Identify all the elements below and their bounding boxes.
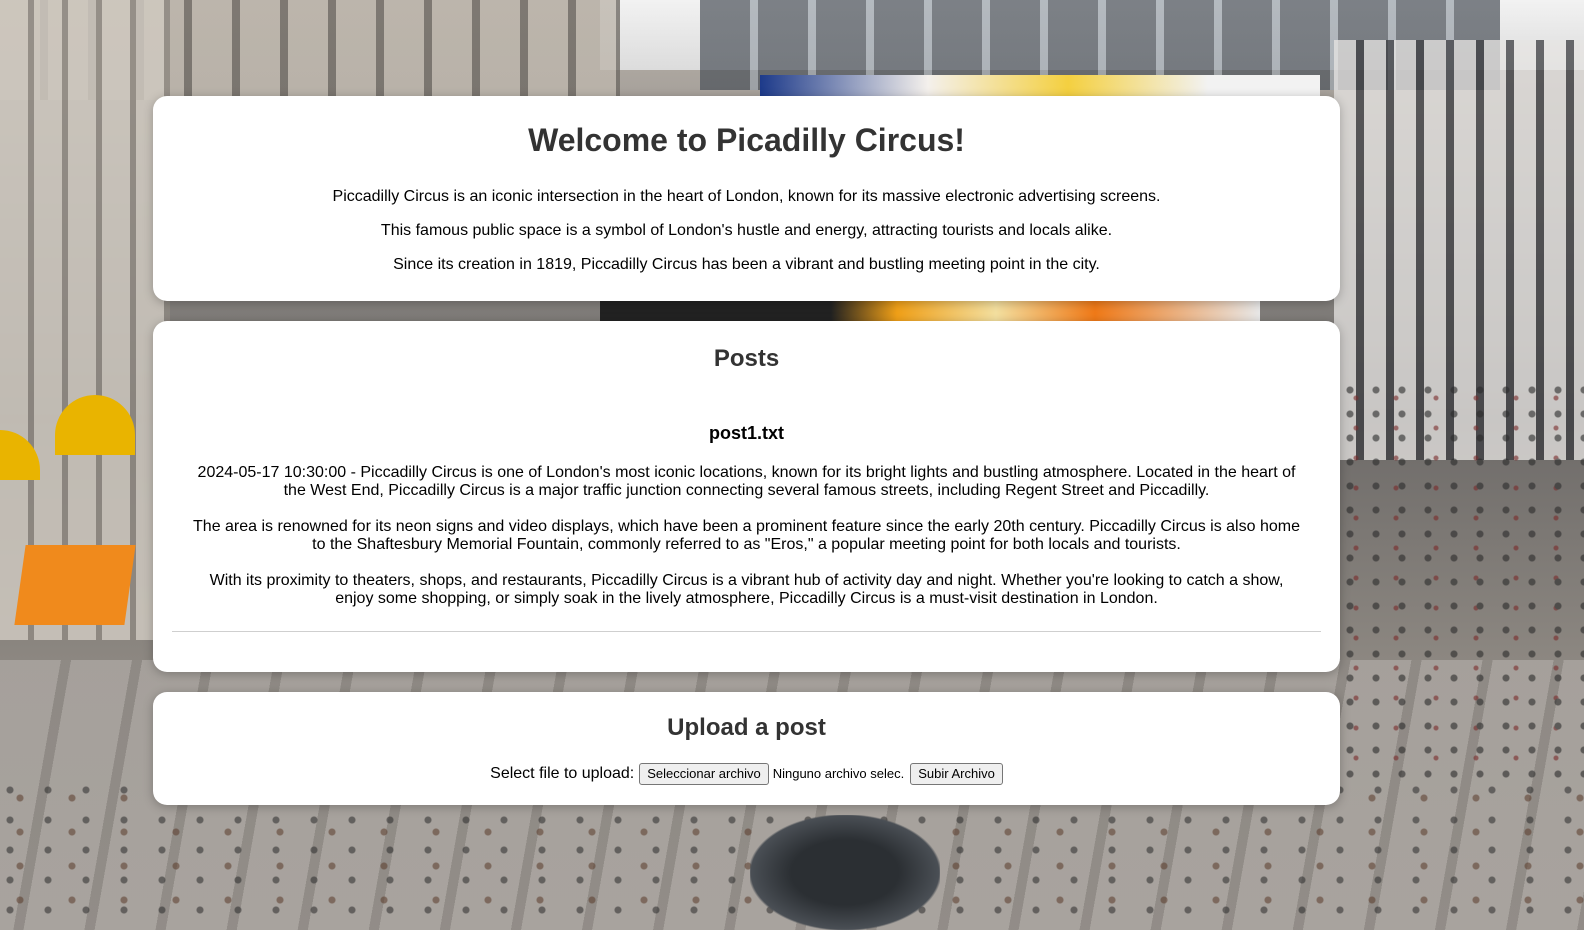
upload-form: Select file to upload: Seleccionar archi… <box>153 762 1340 786</box>
intro-paragraph: Piccadilly Circus is an iconic intersect… <box>332 188 1161 205</box>
submit-upload-button[interactable]: Subir Archivo <box>910 763 1003 785</box>
welcome-card: Welcome to Picadilly Circus! Piccadilly … <box>153 96 1340 301</box>
page-title: Welcome to Picadilly Circus! <box>528 122 965 158</box>
upload-heading: Upload a post <box>667 714 826 741</box>
intro-paragraph: Since its creation in 1819, Piccadilly C… <box>393 256 1100 273</box>
post-filename: post1.txt <box>708 423 784 443</box>
posts-heading: Posts <box>713 345 780 372</box>
post-paragraph: With its proximity to theaters, shops, a… <box>209 572 1284 607</box>
post-divider <box>172 631 1321 632</box>
intro-text: Piccadilly Circus is an iconic intersect… <box>153 188 1340 274</box>
file-status-text: Ninguno archivo selec. <box>772 766 905 781</box>
choose-file-button[interactable]: Seleccionar archivo <box>639 763 769 785</box>
post-item: post1.txt 2024-05-17 10:30:00 - Piccadil… <box>189 422 1304 608</box>
intro-paragraph: This famous public space is a symbol of … <box>380 222 1113 239</box>
upload-label: Select file to upload: <box>490 765 635 782</box>
posts-card: Posts post1.txt 2024-05-17 10:30:00 - Pi… <box>153 321 1340 672</box>
upload-card: Upload a post Select file to upload: Sel… <box>153 692 1340 805</box>
post-paragraph: The area is renowned for its neon signs … <box>193 518 1300 553</box>
post-paragraph: 2024-05-17 10:30:00 - Piccadilly Circus … <box>197 464 1296 499</box>
